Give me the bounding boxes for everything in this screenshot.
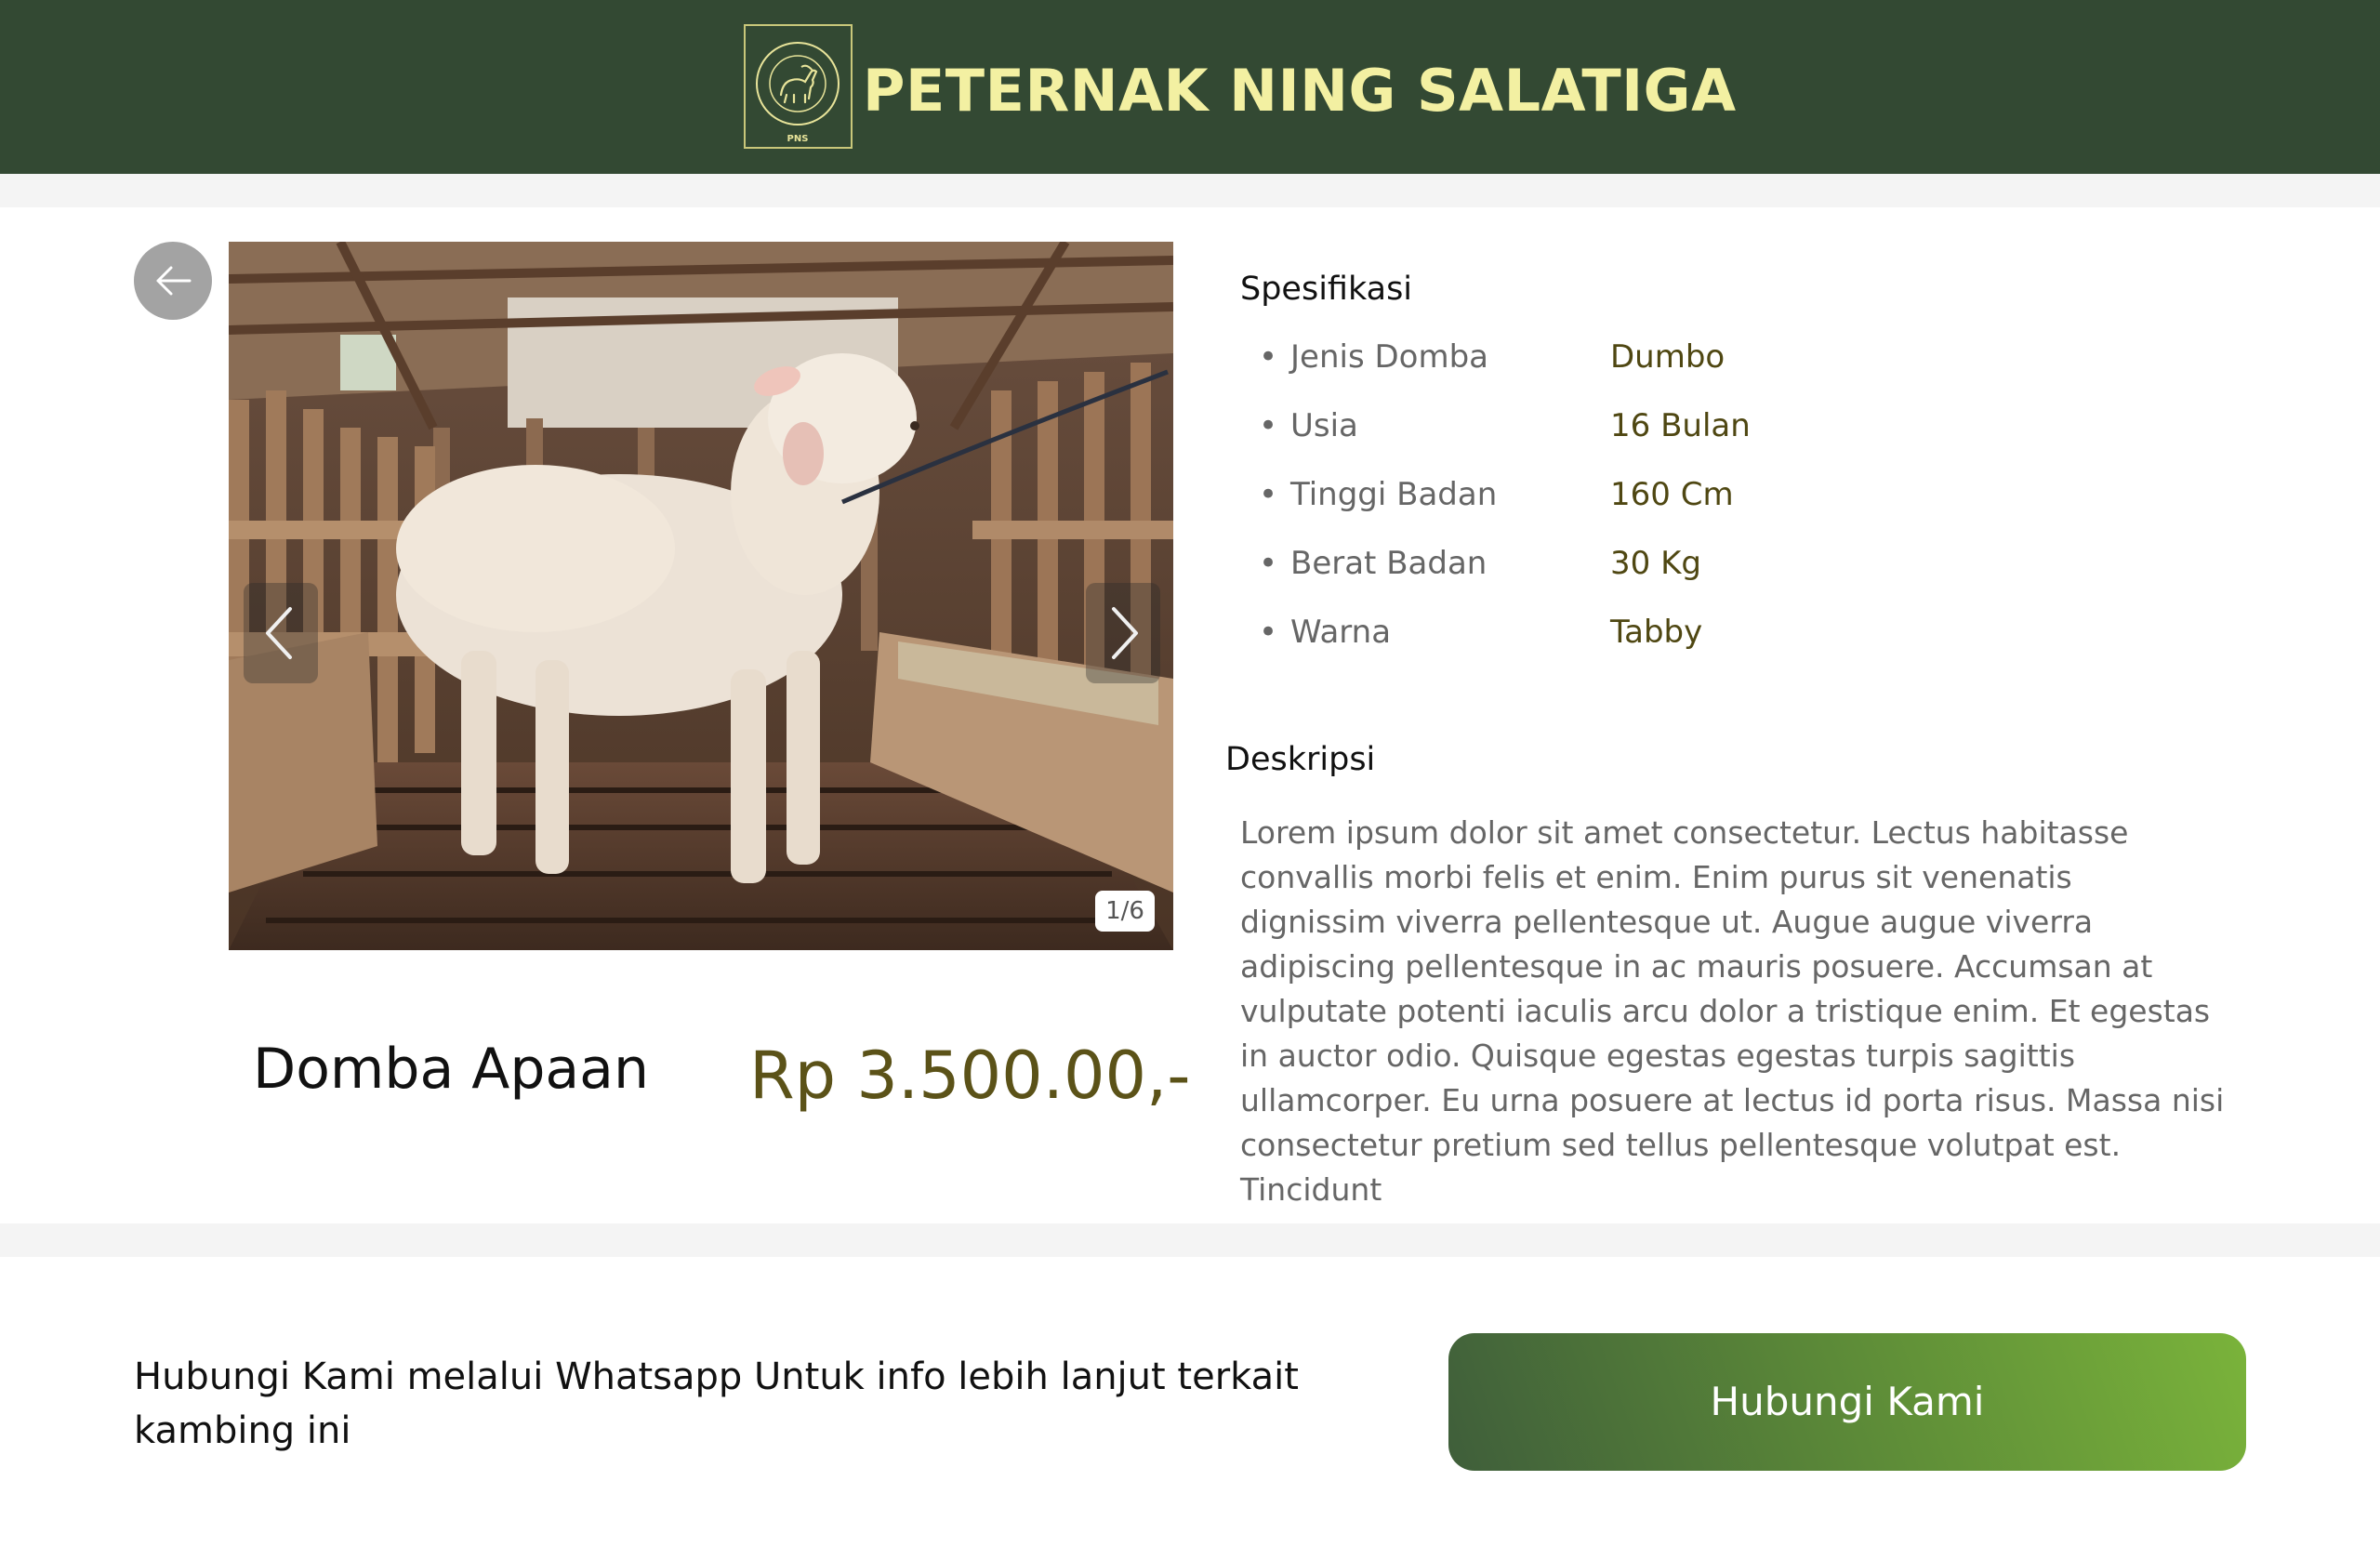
image-counter: 1/6 — [1095, 891, 1155, 932]
spec-label: Warna — [1290, 614, 1392, 651]
chevron-right-icon — [1112, 607, 1138, 659]
bullet: • — [1259, 338, 1278, 376]
divider-band — [0, 1223, 2380, 1257]
chevron-left-icon — [266, 607, 292, 659]
back-button[interactable] — [134, 242, 212, 320]
spec-label: Usia — [1290, 407, 1358, 444]
arrow-left-icon — [156, 266, 192, 296]
divider-band — [0, 174, 2380, 207]
spec-value: 16 Bulan — [1610, 407, 1751, 444]
brand-name[interactable]: PETERNAK NING SALATIGA — [863, 54, 1737, 128]
goat-logo-icon[interactable]: PNS — [744, 24, 853, 149]
contact-prompt: Hubungi Kami melalui Whatsapp Untuk info… — [134, 1355, 1299, 1452]
logo-initials: PNS — [787, 134, 809, 144]
spec-row: • Usia 16 Bulan — [1259, 403, 1910, 472]
product-name: Domba Apaan — [253, 1037, 649, 1102]
bullet: • — [1259, 476, 1278, 513]
sheep-in-barn-photo — [229, 242, 1173, 950]
description-heading: Deskripsi — [1225, 741, 1376, 778]
carousel-prev-button[interactable] — [244, 583, 318, 683]
bullet: • — [1259, 614, 1278, 651]
spec-label: Tinggi Badan — [1290, 476, 1498, 513]
spec-row: • Tinggi Badan 160 Cm — [1259, 472, 1910, 541]
site-header: PNS PETERNAK NING SALATIGA — [0, 0, 2380, 174]
spec-label: Jenis Domba — [1290, 338, 1488, 376]
spec-row: • Warna Tabby — [1259, 610, 1910, 679]
spec-heading: Spesifikasi — [1240, 271, 1413, 308]
spec-value: 160 Cm — [1610, 476, 1734, 513]
carousel-next-button[interactable] — [1086, 583, 1160, 683]
contact-us-button[interactable]: Hubungi Kami — [1448, 1333, 2246, 1471]
bullet: • — [1259, 407, 1278, 444]
spec-list: • Jenis Domba Dumbo • Usia 16 Bulan • Ti… — [1259, 335, 1910, 679]
spec-row: • Berat Badan 30 Kg — [1259, 541, 1910, 610]
spec-value: Tabby — [1610, 614, 1703, 651]
spec-value: Dumbo — [1610, 338, 1726, 376]
product-image-carousel[interactable]: 1/6 — [229, 242, 1173, 950]
product-price: Rp 3.500.00,- — [749, 1038, 1191, 1114]
spec-label: Berat Badan — [1290, 545, 1488, 582]
bullet: • — [1259, 545, 1278, 582]
description-text: Lorem ipsum dolor sit amet consectetur. … — [1240, 814, 2225, 1208]
spec-row: • Jenis Domba Dumbo — [1259, 335, 1910, 403]
spec-value: 30 Kg — [1610, 545, 1701, 582]
